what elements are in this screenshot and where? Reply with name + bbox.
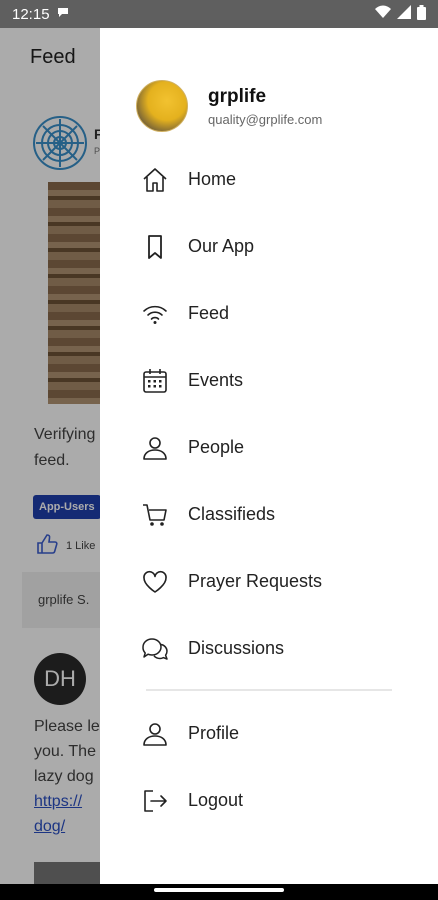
drawer-bottom-menu: Profile Logout — [100, 700, 438, 834]
person-icon — [140, 719, 170, 749]
notification-icon — [56, 5, 70, 23]
menu-item-label: People — [188, 437, 245, 457]
menu-item-our-app[interactable]: Our App — [100, 213, 438, 280]
battery-icon — [417, 4, 426, 24]
menu-item-prayer-requests[interactable]: Prayer Requests — [100, 548, 438, 615]
heart-icon — [140, 567, 170, 597]
person-icon — [140, 433, 170, 463]
status-time: 12:15 — [12, 5, 50, 23]
calendar-icon — [140, 366, 170, 396]
menu-item-label: Discussions — [188, 638, 285, 658]
home-icon — [140, 165, 170, 195]
menu-item-label: Classifieds — [188, 504, 276, 524]
system-nav-bar — [0, 884, 438, 900]
cart-icon — [140, 500, 170, 530]
menu-item-events[interactable]: Events — [100, 347, 438, 414]
menu-item-label: Events — [188, 370, 244, 390]
menu-item-people[interactable]: People — [100, 414, 438, 481]
menu-item-label: Profile — [188, 723, 240, 743]
menu-item-logout[interactable]: Logout — [100, 767, 438, 834]
menu-item-discussions[interactable]: Discussions — [100, 615, 438, 682]
menu-item-label: Logout — [188, 790, 244, 810]
user-name: grplife — [208, 85, 267, 107]
status-bar: 12:15 — [0, 0, 438, 28]
user-avatar[interactable] — [136, 80, 188, 132]
wifi-status-icon — [375, 5, 391, 23]
menu-item-home[interactable]: Home — [100, 146, 438, 213]
drawer-menu: Home Our App Feed Events People Classifi… — [100, 146, 438, 682]
menu-item-label: Feed — [188, 303, 230, 323]
menu-item-classifieds[interactable]: Classifieds — [100, 481, 438, 548]
gesture-handle[interactable] — [154, 888, 284, 892]
chat-bubbles-icon — [140, 634, 170, 664]
logout-icon — [140, 786, 170, 816]
menu-item-label: Our App — [188, 236, 255, 256]
menu-item-label: Prayer Requests — [188, 571, 323, 591]
navigation-drawer: grplife quality@grplife.com Home Our App… — [100, 28, 438, 884]
user-email: quality@grplife.com — [208, 111, 323, 127]
menu-divider — [146, 689, 392, 691]
wifi-icon — [140, 299, 170, 329]
bookmark-icon — [140, 232, 170, 262]
signal-icon — [397, 5, 411, 23]
drawer-profile-header[interactable]: grplife quality@grplife.com — [136, 80, 322, 132]
menu-item-profile[interactable]: Profile — [100, 700, 438, 767]
menu-item-label: Home — [188, 169, 237, 189]
menu-item-feed[interactable]: Feed — [100, 280, 438, 347]
